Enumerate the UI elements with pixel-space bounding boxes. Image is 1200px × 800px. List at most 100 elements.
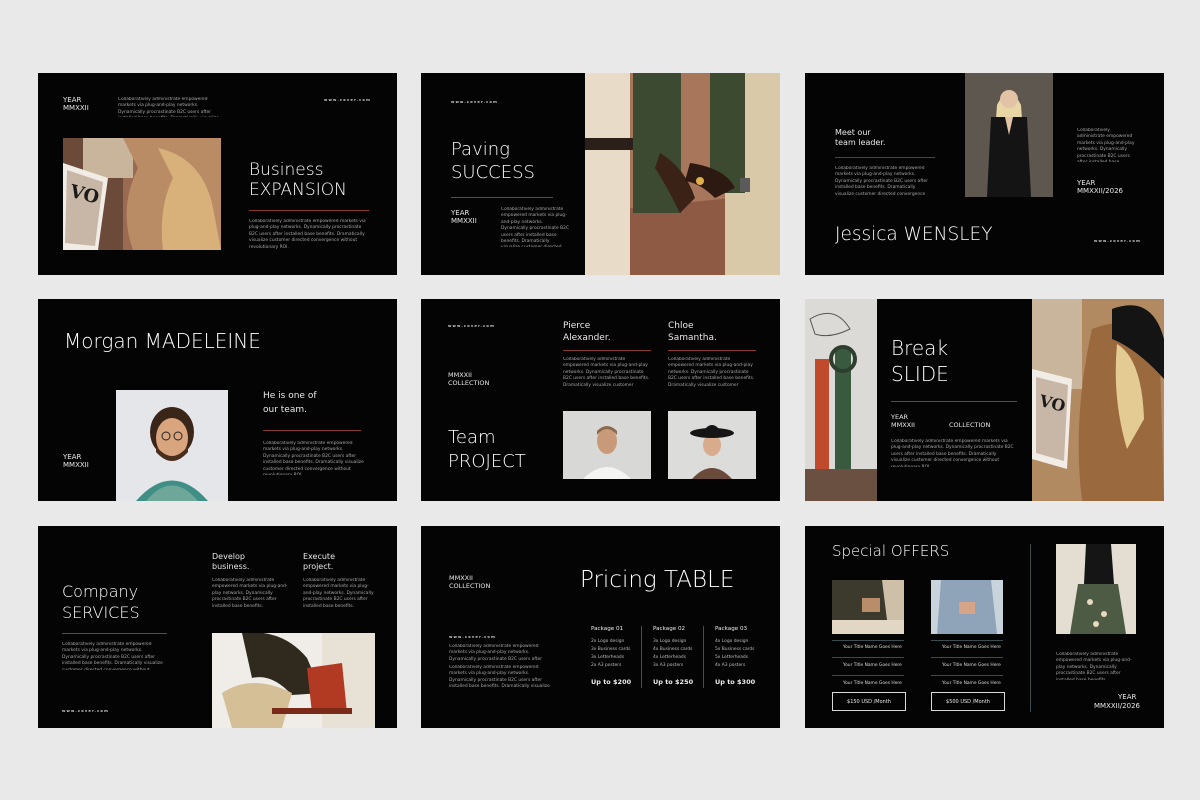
package-item: 2x A3 posters bbox=[591, 663, 622, 669]
collection-line2: COLLECTION bbox=[448, 379, 490, 387]
slide-pricing-table[interactable]: MMXXII COLLECTION Pricing TABLE www.cove… bbox=[421, 526, 780, 728]
package-item: 4x A3 posters bbox=[715, 663, 746, 669]
service2-line1: Execute bbox=[303, 552, 335, 561]
column-divider bbox=[1030, 544, 1031, 712]
member1-text: Collaboratively administrate empowered m… bbox=[563, 357, 650, 387]
body-text: Collaboratively administrate empowered m… bbox=[501, 207, 569, 247]
slide-special-offers[interactable]: Special OFFERS Your Title Name Goes Here… bbox=[805, 526, 1164, 728]
column-divider bbox=[703, 626, 704, 688]
body-text: Collaboratively administrate empowered m… bbox=[263, 441, 364, 475]
slide-title-line2: PROJECT bbox=[448, 451, 526, 472]
column-divider bbox=[641, 626, 642, 688]
package-price: Up to $200 bbox=[591, 677, 632, 686]
offer-rule bbox=[832, 640, 904, 641]
handshake-photo bbox=[585, 73, 780, 275]
offer-rule bbox=[931, 640, 1003, 641]
year-range: MMXXII/2026 bbox=[1094, 702, 1140, 710]
url-mark: www.cover.com bbox=[449, 635, 497, 639]
slide-title-line1: Break bbox=[891, 336, 949, 360]
year-code: MMXXII bbox=[891, 421, 915, 429]
accent-rule bbox=[668, 350, 756, 351]
offer2-title: Your Title Name Goes Here bbox=[942, 645, 1001, 650]
slide-title-line1: Paving bbox=[451, 139, 510, 160]
offer1-title: Your Title Name Goes Here bbox=[843, 681, 902, 686]
member2-last: Samantha. bbox=[668, 333, 717, 343]
slide-title-line2: SLIDE bbox=[891, 362, 949, 386]
service2-line2: project. bbox=[303, 562, 334, 571]
package-price: Up to $300 bbox=[715, 677, 756, 686]
service1-line2: business. bbox=[212, 562, 250, 571]
slide-title-line1: Business bbox=[249, 160, 324, 180]
slide-title-line2: SERVICES bbox=[62, 603, 140, 622]
offer-rule bbox=[832, 657, 904, 658]
offer2-price-button[interactable]: $500 USD /Month bbox=[931, 692, 1005, 711]
slide-business-expansion[interactable]: YEAR MMXXII Collaboratively administrate… bbox=[38, 73, 397, 275]
year-label: YEAR bbox=[1118, 693, 1137, 701]
offer-rule bbox=[931, 675, 1003, 676]
package-item: 3x A3 posters bbox=[653, 663, 684, 669]
slide-title-line2: SUCCESS bbox=[451, 162, 535, 183]
body-text-2: Collaboratively administrate empowered m… bbox=[449, 665, 550, 689]
offer1-photo bbox=[832, 580, 904, 634]
leader-name: Jessica WENSLEY bbox=[835, 224, 993, 245]
intro-text: Collaboratively administrate empowered m… bbox=[118, 97, 219, 117]
package-item: 3x Business cards bbox=[591, 647, 631, 653]
slide-title-line1: Team bbox=[448, 427, 496, 448]
slide-break[interactable]: Break SLIDE YEAR MMXXII COLLECTION Colla… bbox=[805, 299, 1164, 501]
slide-team-project[interactable]: www.cover.com MMXXII COLLECTION Pierce A… bbox=[421, 299, 780, 501]
package-item: 4x Logo design bbox=[715, 639, 749, 644]
side-text: Collaboratively administrate empowered m… bbox=[1077, 128, 1135, 162]
member2-photo bbox=[668, 411, 756, 479]
package-column-3[interactable]: Package 03 4x Logo design 5x Business ca… bbox=[715, 626, 755, 686]
offer2-title: Your Title Name Goes Here bbox=[942, 663, 1001, 668]
member-name: Morgan MADELEINE bbox=[64, 329, 261, 353]
magazine-photo: VO bbox=[1032, 299, 1164, 501]
body-text: Collaboratively administrate empowered m… bbox=[835, 166, 929, 196]
url-mark: www.cover.com bbox=[324, 98, 372, 102]
package-item: 4x Business cards bbox=[653, 647, 693, 653]
accent-rule bbox=[62, 633, 167, 634]
member1-photo bbox=[563, 411, 651, 479]
url-mark: www.cover.com bbox=[451, 100, 499, 104]
slide-paving-success[interactable]: www.cover.com Paving SUCCESS YEAR MMXXII… bbox=[421, 73, 780, 275]
year-code: MMXXII bbox=[63, 461, 89, 469]
slide-company-services[interactable]: Company SERVICES Collaboratively adminis… bbox=[38, 526, 397, 728]
body-text: Collaboratively administrate empowered m… bbox=[1056, 652, 1132, 680]
year-code: MMXXII bbox=[451, 217, 477, 225]
slide-title: Pricing TABLE bbox=[580, 567, 735, 593]
offer1-title: Your Title Name Goes Here bbox=[843, 645, 902, 650]
slide-title-line2: EXPANSION bbox=[249, 180, 347, 200]
package-item: 3x Letterheads bbox=[591, 655, 624, 661]
accent-rule bbox=[451, 197, 553, 198]
member2-text: Collaboratively administrate empowered m… bbox=[668, 357, 755, 387]
meet-line2: team leader. bbox=[835, 138, 886, 147]
offer-feature-photo bbox=[1056, 544, 1136, 634]
collection-line1: MMXXII bbox=[448, 371, 472, 379]
service2-text: Collaboratively administrate empowered m… bbox=[303, 578, 374, 608]
offer1-title: Your Title Name Goes Here bbox=[843, 663, 902, 668]
offer-rule bbox=[931, 657, 1003, 658]
offer2-title: Your Title Name Goes Here bbox=[942, 681, 1001, 686]
service1-line1: Develop bbox=[212, 552, 245, 561]
portrait-photo bbox=[965, 73, 1053, 197]
slide-title-line1: Company bbox=[62, 582, 139, 601]
offer2-photo bbox=[931, 580, 1003, 634]
package-item: 5x Business cards bbox=[715, 647, 755, 653]
slide-team-leader[interactable]: Meet our team leader. Collaboratively ad… bbox=[805, 73, 1164, 275]
tools-photo bbox=[805, 299, 877, 501]
offer1-price-button[interactable]: $150 USD /Month bbox=[832, 692, 906, 711]
year-label: YEAR bbox=[891, 413, 909, 421]
package-column-1[interactable]: Package 01 2x Logo design 3x Business ca… bbox=[591, 626, 631, 686]
chair-photo bbox=[212, 633, 375, 728]
slide-team-member[interactable]: Morgan MADELEINE He is one of our team. … bbox=[38, 299, 397, 501]
body-text: Collaboratively administrate empowered m… bbox=[249, 219, 366, 250]
package-column-2[interactable]: Package 02 3x Logo design 4x Business ca… bbox=[653, 626, 693, 686]
tagline-line1: He is one of bbox=[263, 391, 317, 401]
magazine-photo: VO bbox=[63, 138, 221, 250]
package-item: 2x Logo design bbox=[591, 639, 625, 644]
collection-line1: MMXXII bbox=[449, 574, 473, 582]
divider-rule bbox=[835, 157, 935, 158]
collection-line2: COLLECTION bbox=[449, 582, 491, 590]
accent-rule bbox=[563, 350, 651, 351]
tagline-line2: our team. bbox=[263, 405, 307, 415]
